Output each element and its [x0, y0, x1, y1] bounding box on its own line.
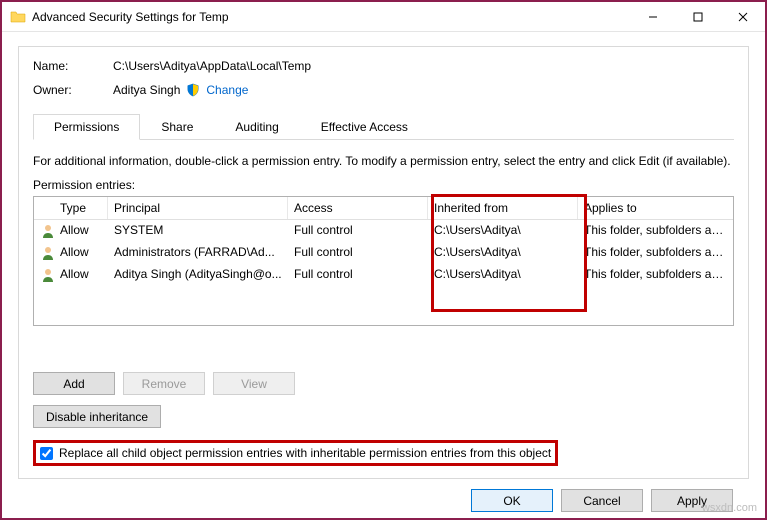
cell-type: Allow	[54, 221, 108, 241]
name-row: Name: C:\Users\Aditya\AppData\Local\Temp	[33, 59, 734, 73]
shield-icon	[186, 83, 200, 97]
col-inherited[interactable]: Inherited from	[428, 197, 578, 219]
entry-buttons: Add Remove View	[33, 372, 734, 395]
disable-inheritance-button[interactable]: Disable inheritance	[33, 405, 161, 428]
window-controls	[630, 2, 765, 31]
tab-effective-access[interactable]: Effective Access	[300, 114, 429, 140]
dialog-footer: OK Cancel Apply	[18, 479, 749, 512]
col-principal[interactable]: Principal	[108, 197, 288, 219]
maximize-button[interactable]	[675, 2, 720, 31]
tab-auditing[interactable]: Auditing	[214, 114, 299, 140]
table-row[interactable]: AllowAdministrators (FARRAD\Ad...Full co…	[34, 242, 733, 264]
cell-type: Allow	[54, 243, 108, 263]
replace-entries-checkbox[interactable]	[40, 447, 53, 460]
minimize-button[interactable]	[630, 2, 675, 31]
title-bar: Advanced Security Settings for Temp	[2, 2, 765, 32]
name-value: C:\Users\Aditya\AppData\Local\Temp	[113, 59, 311, 73]
user-icon	[34, 221, 54, 241]
replace-entries-label: Replace all child object permission entr…	[59, 446, 551, 460]
cell-type: Allow	[54, 265, 108, 285]
cell-applies: This folder, subfolders and files	[578, 221, 733, 241]
tab-share[interactable]: Share	[140, 114, 214, 140]
cell-inherited: C:\Users\Aditya\	[428, 265, 578, 285]
owner-value: Aditya Singh	[113, 83, 180, 97]
entries-label: Permission entries:	[33, 178, 734, 192]
cell-applies: This folder, subfolders and files	[578, 243, 733, 263]
user-icon	[34, 243, 54, 263]
cell-principal: SYSTEM	[108, 221, 288, 241]
col-access[interactable]: Access	[288, 197, 428, 219]
cell-access: Full control	[288, 265, 428, 285]
change-owner-link[interactable]: Change	[206, 83, 248, 97]
col-applies[interactable]: Applies to	[578, 197, 733, 219]
cell-principal: Administrators (FARRAD\Ad...	[108, 243, 288, 263]
tab-strip: Permissions Share Auditing Effective Acc…	[33, 113, 734, 140]
user-icon	[34, 265, 54, 285]
owner-label: Owner:	[33, 83, 113, 97]
add-button[interactable]: Add	[33, 372, 115, 395]
cell-access: Full control	[288, 221, 428, 241]
close-button[interactable]	[720, 2, 765, 31]
cell-inherited: C:\Users\Aditya\	[428, 221, 578, 241]
table-row[interactable]: AllowAditya Singh (AdityaSingh@o...Full …	[34, 264, 733, 286]
tab-permissions[interactable]: Permissions	[33, 114, 140, 140]
folder-icon	[10, 9, 26, 25]
dialog-window: Advanced Security Settings for Temp Name…	[0, 0, 767, 520]
watermark: wsxdn.com	[702, 502, 757, 514]
col-type[interactable]: Type	[54, 197, 108, 219]
content-area: Name: C:\Users\Aditya\AppData\Local\Temp…	[2, 32, 765, 518]
replace-entries-row[interactable]: Replace all child object permission entr…	[33, 440, 558, 466]
table-row[interactable]: AllowSYSTEMFull controlC:\Users\Aditya\T…	[34, 220, 733, 242]
info-text: For additional information, double-click…	[33, 154, 734, 168]
inheritance-buttons: Disable inheritance	[33, 405, 734, 428]
cell-principal: Aditya Singh (AdityaSingh@o...	[108, 265, 288, 285]
permissions-table[interactable]: Type Principal Access Inherited from App…	[33, 196, 734, 326]
name-label: Name:	[33, 59, 113, 73]
cell-applies: This folder, subfolders and files	[578, 265, 733, 285]
ok-button[interactable]: OK	[471, 489, 553, 512]
window-title: Advanced Security Settings for Temp	[32, 10, 229, 24]
cancel-button[interactable]: Cancel	[561, 489, 643, 512]
cell-inherited: C:\Users\Aditya\	[428, 243, 578, 263]
table-header: Type Principal Access Inherited from App…	[34, 197, 733, 220]
owner-row: Owner: Aditya Singh Change	[33, 83, 734, 97]
inner-panel: Name: C:\Users\Aditya\AppData\Local\Temp…	[18, 46, 749, 479]
view-button: View	[213, 372, 295, 395]
remove-button: Remove	[123, 372, 205, 395]
cell-access: Full control	[288, 243, 428, 263]
